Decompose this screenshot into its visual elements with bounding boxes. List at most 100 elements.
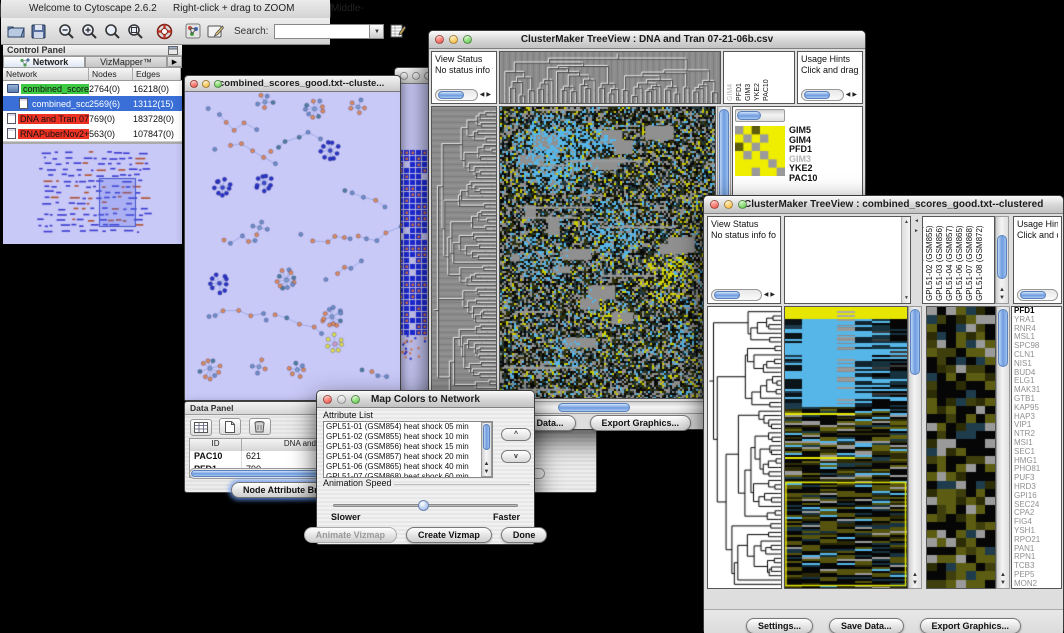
network-overview-panel[interactable] [3,144,182,244]
move-up-button[interactable]: ^ [501,428,531,441]
scroll-up-icon[interactable]: ▲ [996,286,1008,294]
top-dendrogram-canvas[interactable] [500,52,720,103]
attribute-list-vscrollbar[interactable]: ▲ ▼ [481,422,492,477]
new-attribute-icon[interactable] [219,418,241,435]
treeview-combined-title-bar[interactable]: ClusterMaker TreeView : combined_scores_… [704,196,1063,214]
matrix-hscrollbar[interactable] [735,109,785,122]
zoom-in-icon[interactable] [81,21,98,41]
attribute-list[interactable]: GPL51-01 (GSM854) heat shock 05 minGPL51… [323,421,493,478]
row-dendrogram-panel[interactable] [707,306,782,589]
close-button[interactable] [323,395,332,404]
minimize-button[interactable] [449,35,458,44]
done-button[interactable]: Done [501,527,548,543]
attribute-item[interactable]: GPL51-06 (GSM865) heat shock 40 min [324,462,492,472]
scrollbar-thumb[interactable] [998,309,1008,367]
delete-attribute-icon[interactable] [249,418,271,435]
heatmap-vscrollbar[interactable]: ▲ ▼ [908,306,922,589]
mini-scrollbar[interactable] [711,289,762,301]
scroll-up-icon[interactable]: ▲ [904,219,909,225]
scrollbar-thumb[interactable] [997,235,1007,279]
column-header-edges[interactable]: Edges [133,68,181,80]
attribute-item[interactable]: GPL51-02 (GSM855) heat shock 10 min [324,432,492,442]
column-labels-vscrollbar[interactable]: ▲ ▼ [995,216,1009,304]
column-header-nodes[interactable]: Nodes [89,68,133,80]
scrollbar-thumb[interactable] [737,111,761,120]
annotation-icon[interactable] [207,21,224,41]
scrollbar-thumb[interactable] [558,403,630,412]
network-view-title-bar[interactable]: combined_scores_good.txt--cluste... [185,76,400,92]
scroll-down-icon[interactable]: ▼ [996,294,1008,302]
scrollbar-thumb[interactable] [910,309,920,375]
zoom-out-icon[interactable] [58,21,75,41]
mini-scrollbar[interactable] [1017,289,1058,301]
zoom-fit-icon[interactable] [104,21,121,41]
zoom-button[interactable] [463,35,472,44]
tab-overflow-arrow[interactable]: ▶ [167,56,182,67]
heatmap-panel[interactable] [784,306,908,589]
animation-speed-slider[interactable] [333,504,518,507]
network-row-combined-scores[interactable]: combined_scores2764(0)16218(0) [3,81,182,96]
top-dendrogram-panel[interactable]: ▲ ▼ [784,216,911,304]
attribute-item[interactable]: GPL51-03 (GSM856) heat shock 15 min [324,442,492,452]
scroll-down-icon[interactable]: ▼ [997,579,1009,587]
close-button[interactable] [190,80,198,88]
row-dendrogram-canvas[interactable] [432,107,496,398]
top-dendrogram-panel[interactable] [499,51,721,104]
close-button[interactable] [400,72,408,80]
scroll-down-icon[interactable]: ▼ [909,579,921,587]
scroll-up-icon[interactable]: ▲ [482,460,491,468]
scroll-down-icon[interactable]: ▼ [482,468,491,476]
search-input[interactable] [274,24,370,39]
animate-vizmap-button[interactable]: Animate Vizmap [304,527,397,543]
similarity-matrix-canvas[interactable] [735,126,785,176]
settings-button[interactable]: Settings... [746,618,813,633]
scroll-up-icon[interactable]: ▲ [997,571,1009,579]
column-label[interactable]: GPL51-08 (GSM872) [983,217,993,303]
dialog-title-bar[interactable]: Map Colors to Network [317,391,534,408]
heatmap-canvas[interactable] [785,307,907,588]
network-canvas[interactable] [185,92,400,400]
gene-label[interactable]: MON2 [1012,580,1061,589]
zoom-selected-icon[interactable] [127,21,144,41]
zoom-button[interactable] [738,200,747,209]
treeview-dna-title-bar[interactable]: ClusterMaker TreeView : DNA and Tran 07-… [429,31,865,49]
scroll-arrows-icon[interactable]: ◀▶ [480,90,493,101]
zoom-button[interactable] [214,80,222,88]
chevron-down-icon[interactable]: ▼ [370,24,384,39]
network-row-dna-and-tran-07[interactable]: DNA and Tran 07769(0)183728(0) [3,111,182,126]
scroll-up-icon[interactable]: ▲ [909,571,921,579]
scroll-arrows-icon[interactable]: ◀▶ [764,290,777,301]
mini-arrows[interactable]: ◄► [912,216,921,304]
row-dendrogram-panel[interactable] [431,106,497,399]
minimize-button[interactable] [724,200,733,209]
row-dendrogram-canvas[interactable] [708,307,781,588]
scroll-down-icon[interactable]: ▼ [904,295,909,301]
minimize-button[interactable] [202,80,210,88]
heatmap-canvas[interactable] [500,107,715,398]
export-graphics-button[interactable]: Export Graphics... [590,415,692,431]
save-icon[interactable] [31,21,46,41]
network-row-combined-sco[interactable]: combined_sco2569(6)13112(15) [3,96,182,111]
column-label[interactable]: PAC10 [769,52,778,103]
close-button[interactable] [710,200,719,209]
help-lifesaver-icon[interactable] [156,21,173,41]
zoom-detail-canvas[interactable] [927,307,995,588]
create-vizmap-button[interactable]: Create Vizmap [406,527,492,543]
column-header-network[interactable]: Network [3,68,89,80]
search-options-icon[interactable] [390,21,406,41]
float-panel-icon[interactable] [168,46,178,55]
move-down-button[interactable]: v [501,450,531,463]
tab-network[interactable]: Network [3,56,85,67]
export-graphics-button[interactable]: Export Graphics... [920,618,1022,633]
mini-scrollbar[interactable] [435,89,478,101]
column-header-id[interactable]: ID [190,439,242,451]
tab-vizmapper[interactable]: VizMapper™ [85,56,167,67]
open-folder-icon[interactable] [7,21,25,41]
attribute-item[interactable]: GPL51-04 (GSM857) heat shock 20 min [324,452,492,462]
scrollbar-thumb[interactable] [483,424,490,450]
modify-network-icon[interactable] [185,21,201,41]
detail-vscrollbar[interactable]: ▲ ▼ [996,306,1010,589]
matrix-gene-label[interactable]: PAC10 [789,174,817,184]
slider-knob[interactable] [418,500,429,511]
network-row-rnapubernov2[interactable]: RNAPuberNov2+!563(0)107847(0) [3,126,182,141]
